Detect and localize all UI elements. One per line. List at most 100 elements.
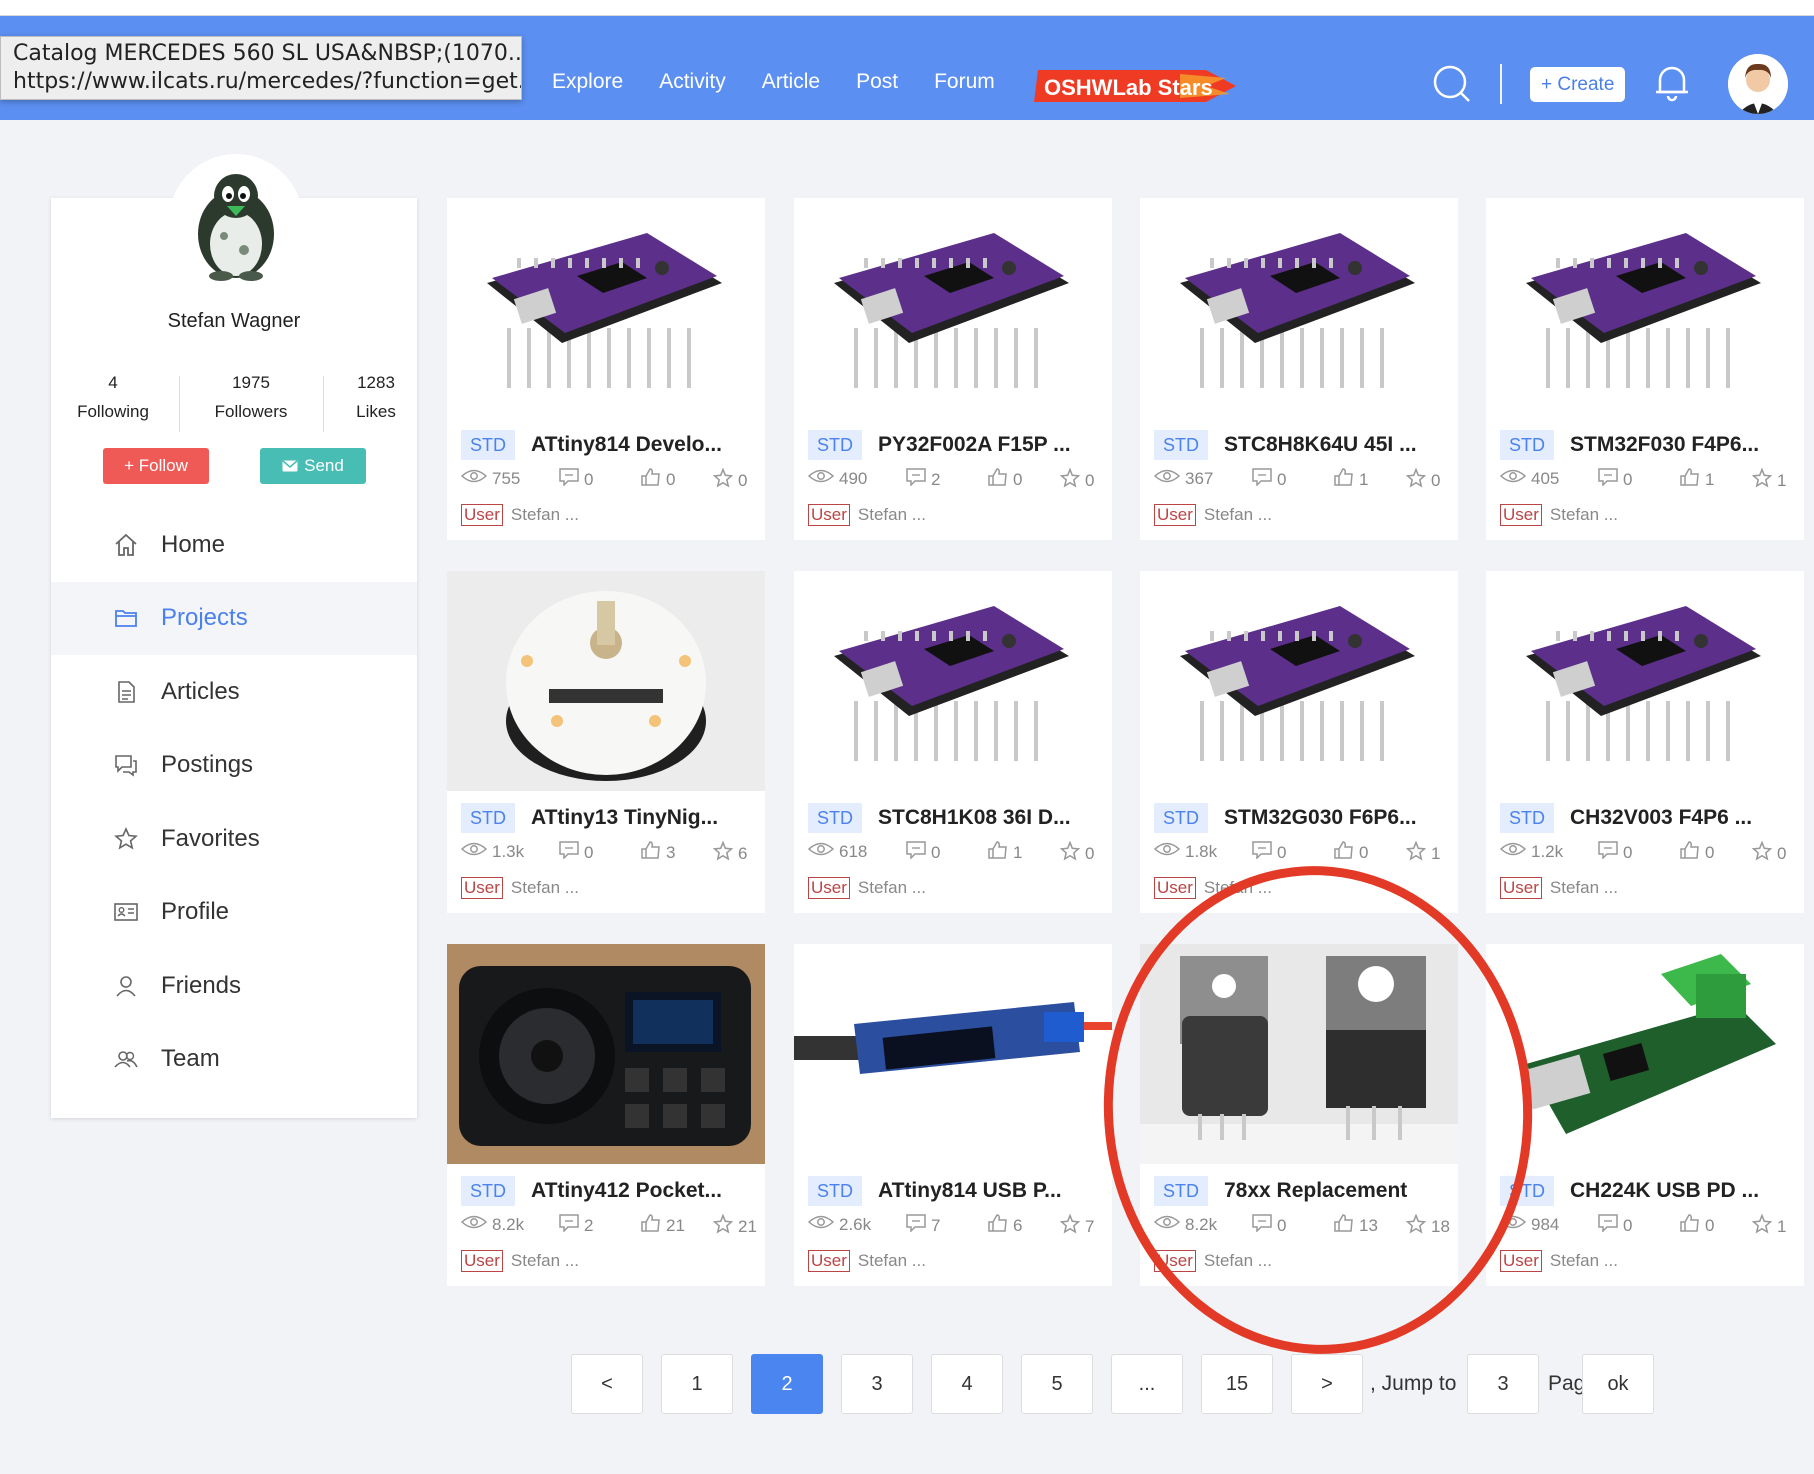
menu-item-team[interactable]: Team — [51, 1023, 417, 1097]
create-button[interactable]: + Create — [1530, 67, 1626, 102]
bell-icon[interactable] — [1654, 62, 1690, 102]
stars-stat[interactable]: 21 — [712, 1213, 757, 1239]
stars-stat[interactable]: 6 — [712, 840, 747, 866]
likes-stat[interactable]: 1 — [1334, 468, 1368, 491]
project-title[interactable]: STC8H1K08 36I D... — [878, 806, 1071, 830]
project-title[interactable]: STM32G030 F6P6... — [1224, 806, 1417, 830]
project-card[interactable]: STD ATtiny13 TinyNig... 1.3k 0 3 6 User … — [447, 571, 765, 913]
nav-forum[interactable]: Forum — [934, 70, 995, 94]
menu-item-projects[interactable]: Projects — [51, 581, 417, 655]
project-owner[interactable]: User Stefan ... — [808, 504, 926, 526]
project-thumbnail[interactable] — [794, 571, 1112, 791]
page-button-3[interactable]: 3 — [841, 1354, 913, 1414]
project-owner[interactable]: User Stefan ... — [461, 1250, 579, 1272]
project-owner[interactable]: User Stefan ... — [808, 1250, 926, 1272]
project-thumbnail[interactable] — [1486, 944, 1804, 1164]
likes-stat[interactable]: 13 — [1334, 1214, 1378, 1237]
project-owner[interactable]: User Stefan ... — [1154, 504, 1272, 526]
project-thumbnail[interactable] — [447, 571, 765, 791]
project-title[interactable]: PY32F002A F15P ... — [878, 433, 1071, 457]
project-owner[interactable]: User Stefan ... — [461, 504, 579, 526]
user-avatar[interactable] — [1728, 54, 1788, 114]
nav-post[interactable]: Post — [856, 70, 898, 94]
project-owner[interactable]: User Stefan ... — [1500, 1250, 1618, 1272]
likes-stat[interactable]: 0 — [1334, 841, 1368, 864]
project-thumbnail[interactable] — [1486, 571, 1804, 791]
page-button-4[interactable]: 4 — [931, 1354, 1003, 1414]
next-page-button[interactable]: > — [1291, 1354, 1363, 1414]
project-card[interactable]: STD ATtiny412 Pocket... 8.2k 2 21 21 Use… — [447, 944, 765, 1286]
likes-stat[interactable]: 1 — [1680, 468, 1714, 491]
stars-stat[interactable]: 1 — [1405, 840, 1440, 866]
project-owner[interactable]: User Stefan ... — [1500, 504, 1618, 526]
project-title[interactable]: CH32V003 F4P6 ... — [1570, 806, 1752, 830]
stars-stat[interactable]: 0 — [1751, 840, 1786, 866]
project-thumbnail[interactable] — [1486, 198, 1804, 418]
follow-button[interactable]: + Follow — [103, 448, 209, 484]
project-card[interactable]: STD STC8H8K64U 45I ... 367 0 1 0 User St… — [1140, 198, 1458, 540]
menu-item-profile[interactable]: Profile — [51, 876, 417, 950]
send-button[interactable]: Send — [260, 448, 366, 484]
project-title[interactable]: STC8H8K64U 45I ... — [1224, 433, 1417, 457]
project-card[interactable]: STD ATtiny814 Develo... 755 0 0 0 User S… — [447, 198, 765, 540]
stars-stat[interactable]: 0 — [1405, 467, 1440, 493]
page-ellipsis[interactable]: ... — [1111, 1354, 1183, 1414]
project-thumbnail[interactable] — [447, 198, 765, 418]
project-card[interactable]: STD CH32V003 F4P6 ... 1.2k 0 0 0 User St… — [1486, 571, 1804, 913]
project-title[interactable]: ATtiny814 Develo... — [531, 433, 722, 457]
menu-item-favorites[interactable]: Favorites — [51, 802, 417, 876]
stars-stat[interactable]: 0 — [712, 467, 747, 493]
project-thumbnail[interactable] — [1140, 944, 1458, 1164]
page-button-1[interactable]: 1 — [661, 1354, 733, 1414]
project-thumbnail[interactable] — [794, 944, 1112, 1164]
project-card[interactable]: STD CH224K USB PD ... 984 0 0 1 User Ste… — [1486, 944, 1804, 1286]
project-title[interactable]: ATtiny412 Pocket... — [531, 1179, 722, 1203]
menu-item-friends[interactable]: Friends — [51, 949, 417, 1023]
nav-article[interactable]: Article — [762, 70, 820, 94]
project-thumbnail[interactable] — [1140, 198, 1458, 418]
project-title[interactable]: CH224K USB PD ... — [1570, 1179, 1759, 1203]
likes-stat[interactable]: 0 — [1680, 841, 1714, 864]
project-owner[interactable]: User Stefan ... — [808, 877, 926, 899]
menu-item-postings[interactable]: Postings — [51, 729, 417, 803]
jump-ok-button[interactable]: ok — [1582, 1354, 1654, 1414]
menu-item-articles[interactable]: Articles — [51, 655, 417, 729]
jump-page-input[interactable]: 3 — [1467, 1354, 1539, 1414]
page-button-2[interactable]: 2 — [751, 1354, 823, 1414]
likes-stat[interactable]: 0 — [641, 468, 675, 491]
stars-stat[interactable]: 7 — [1059, 1213, 1094, 1239]
project-title[interactable]: ATtiny814 USB P... — [878, 1179, 1062, 1203]
nav-activity[interactable]: Activity — [659, 70, 726, 94]
search-icon[interactable] — [1432, 64, 1472, 104]
project-owner[interactable]: User Stefan ... — [1500, 877, 1618, 899]
project-thumbnail[interactable] — [794, 198, 1112, 418]
nav-explore[interactable]: Explore — [552, 70, 623, 94]
likes-stat[interactable]: 21 — [641, 1214, 685, 1237]
project-card[interactable]: STD PY32F002A F15P ... 490 2 0 0 User St… — [794, 198, 1112, 540]
stat-followers[interactable]: 1975 Followers — [191, 368, 311, 426]
stars-stat[interactable]: 1 — [1751, 467, 1786, 493]
project-title[interactable]: 78xx Replacement — [1224, 1179, 1407, 1203]
likes-stat[interactable]: 0 — [988, 468, 1022, 491]
page-button-5[interactable]: 5 — [1021, 1354, 1093, 1414]
oshwlab-stars-logo[interactable]: OSHWLab Stars — [1030, 64, 1240, 108]
stars-stat[interactable]: 0 — [1059, 840, 1094, 866]
project-owner[interactable]: User Stefan ... — [461, 877, 579, 899]
menu-item-home[interactable]: Home — [51, 508, 417, 582]
likes-stat[interactable]: 0 — [1680, 1214, 1714, 1237]
stars-stat[interactable]: 18 — [1405, 1213, 1450, 1239]
likes-stat[interactable]: 1 — [988, 841, 1022, 864]
likes-stat[interactable]: 6 — [988, 1214, 1022, 1237]
project-thumbnail[interactable] — [447, 944, 765, 1164]
stat-following[interactable]: 4 Following — [51, 368, 175, 426]
project-thumbnail[interactable] — [1140, 571, 1458, 791]
page-button-15[interactable]: 15 — [1201, 1354, 1273, 1414]
project-card[interactable]: STD STM32G030 F6P6... 1.8k 0 0 1 User St… — [1140, 571, 1458, 913]
project-card[interactable]: STD STC8H1K08 36I D... 618 0 1 0 User St… — [794, 571, 1112, 913]
project-title[interactable]: STM32F030 F4P6... — [1570, 433, 1759, 457]
project-card[interactable]: STD ATtiny814 USB P... 2.6k 7 6 7 User S… — [794, 944, 1112, 1286]
project-owner[interactable]: User Stefan ... — [1154, 877, 1272, 899]
likes-stat[interactable]: 3 — [641, 841, 675, 864]
stars-stat[interactable]: 0 — [1059, 467, 1094, 493]
project-card[interactable]: STD STM32F030 F4P6... 405 0 1 1 User Ste… — [1486, 198, 1804, 540]
